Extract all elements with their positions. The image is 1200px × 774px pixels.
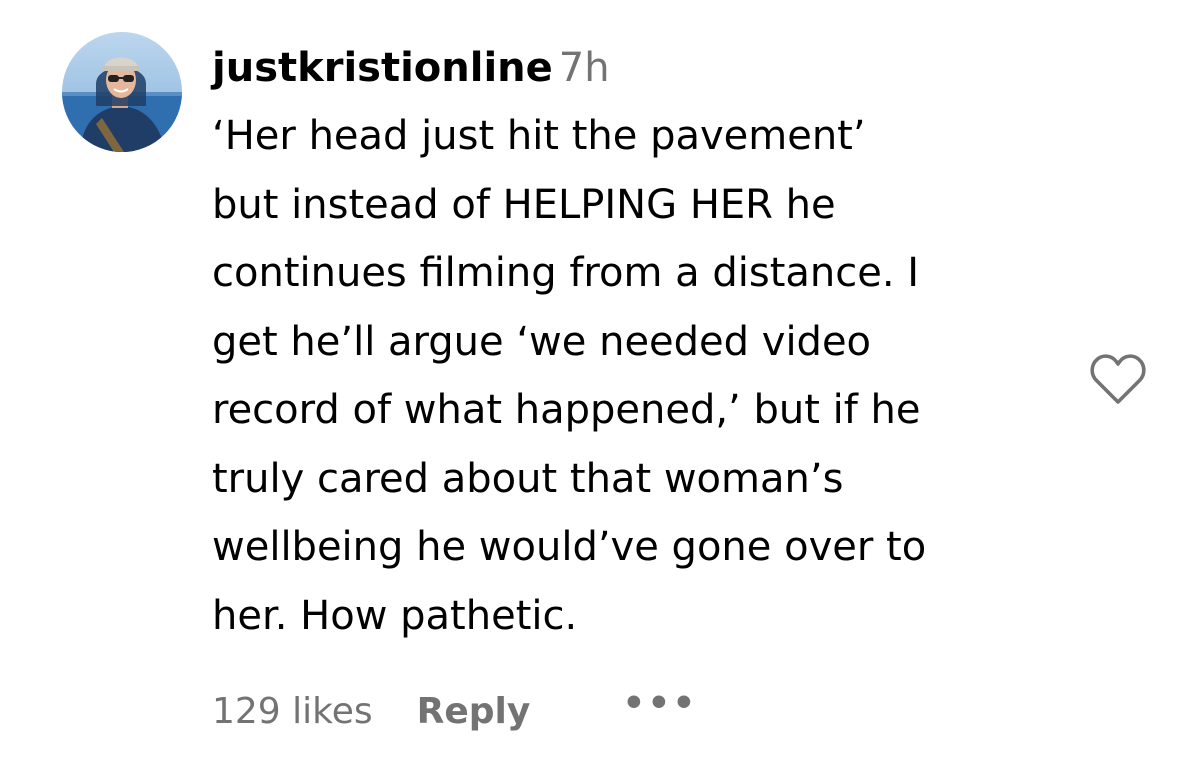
comment-header: justkristionline 7h [212, 34, 1072, 102]
comment-content: justkristionline 7h ‘Her head just hit th… [212, 34, 1072, 650]
comment-footer: 129 likes Reply ••• [212, 683, 697, 738]
more-options-icon[interactable]: ••• [622, 683, 697, 724]
comment-text-line: continues filming from a distance. I [212, 250, 920, 296]
comment-text-line: her. How pathetic. [212, 592, 578, 639]
likes-count[interactable]: 129 likes [212, 691, 373, 732]
comment-text-line: record of what happened,’ but if he [212, 387, 921, 433]
comment-timestamp: 7h [558, 45, 610, 91]
comment-text-line: get he’ll argue ‘we needed video [212, 318, 872, 365]
profile-photo [62, 32, 182, 152]
username-link[interactable]: justkristionline [212, 45, 553, 91]
comment-text-line: wellbeing he would’ve gone over to [212, 524, 927, 570]
comment-text-line: but instead of HELPING HER he [212, 181, 836, 228]
avatar[interactable] [62, 32, 182, 152]
comment: justkristionline 7h ‘Her head just hit th… [0, 0, 1200, 774]
reply-button[interactable]: Reply [417, 691, 531, 732]
heart-outline-icon [1090, 354, 1146, 404]
comment-text-line: truly cared about that woman’s [212, 455, 844, 502]
like-button[interactable] [1088, 352, 1148, 408]
comment-text: ‘Her head just hit the pavement’ but ins… [212, 102, 1072, 650]
comment-text-line: ‘Her head just hit the pavement’ [212, 113, 866, 159]
